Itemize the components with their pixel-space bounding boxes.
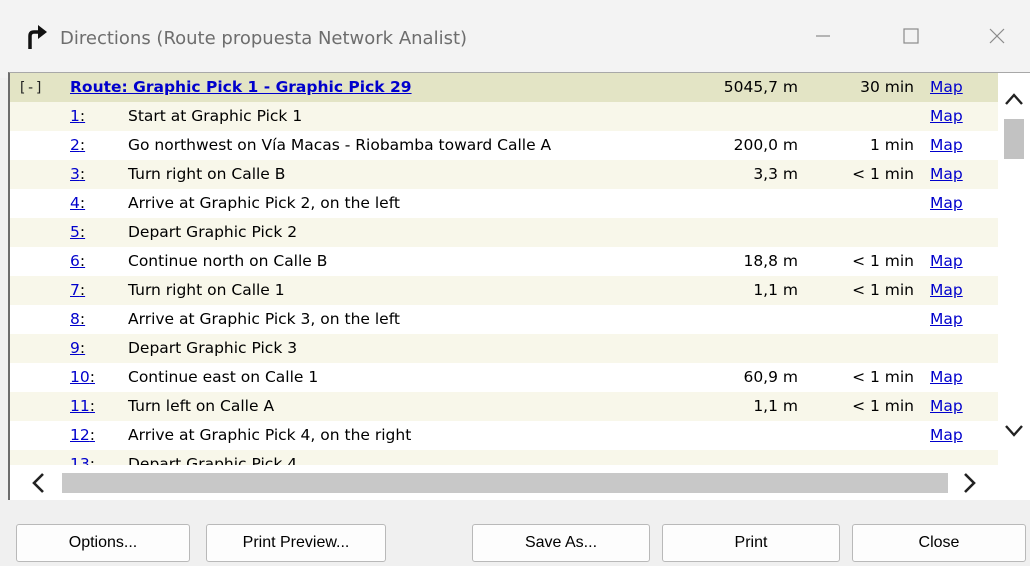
close-icon [988, 27, 1006, 49]
step-row: 7: Turn right on Calle 1 1,1 m < 1 min M… [10, 276, 1000, 305]
step-number-link[interactable]: 2: [70, 136, 85, 154]
step-number-link[interactable]: 11: [70, 397, 95, 415]
directions-window: Directions (Route propuesta Network Anal… [0, 0, 1030, 566]
print-button[interactable]: Print [662, 524, 840, 562]
scroll-up-icon[interactable] [1002, 87, 1026, 111]
step-row: 6: Continue north on Calle B 18,8 m < 1 … [10, 247, 1000, 276]
step-map-link[interactable]: Map [930, 310, 963, 328]
step-row: 5: Depart Graphic Pick 2 [10, 218, 1000, 247]
step-text: Arrive at Graphic Pick 2, on the left [128, 194, 400, 212]
step-text: Go northwest on Vía Macas - Riobamba tow… [128, 136, 552, 154]
step-text: Depart Graphic Pick 4 [128, 455, 298, 465]
step-map-link[interactable]: Map [930, 252, 963, 270]
turn-right-arrow-icon [26, 22, 48, 50]
step-text: Depart Graphic Pick 3 [128, 339, 298, 357]
step-row: 4: Arrive at Graphic Pick 2, on the left… [10, 189, 1000, 218]
step-map-link[interactable]: Map [930, 426, 963, 444]
step-map-link[interactable]: Map [930, 165, 963, 183]
step-row: 1: Start at Graphic Pick 1 Map [10, 102, 1000, 131]
close-window-button[interactable] [974, 18, 1020, 58]
step-map-link[interactable]: Map [930, 107, 963, 125]
step-distance: 3,3 m [753, 165, 798, 183]
step-text: Arrive at Graphic Pick 3, on the left [128, 310, 400, 328]
step-time: 1 min [869, 136, 914, 154]
step-text: Turn left on Calle A [128, 397, 275, 415]
horizontal-scroll-thumb[interactable] [62, 473, 948, 493]
route-time: 30 min [860, 78, 914, 96]
step-map-link[interactable]: Map [930, 368, 963, 386]
step-map-link[interactable]: Map [930, 136, 963, 154]
step-text: Continue north on Calle B [128, 252, 328, 270]
step-row: 3: Turn right on Calle B 3,3 m < 1 min M… [10, 160, 1000, 189]
route-row[interactable]: [-] Route: Graphic Pick 1 - Graphic Pick… [10, 73, 1000, 102]
step-time: < 1 min [852, 368, 914, 386]
minimize-icon [814, 27, 832, 49]
step-number-link[interactable]: 13: [70, 455, 95, 465]
step-number-link[interactable]: 3: [70, 165, 85, 183]
step-number-link[interactable]: 12: [70, 426, 95, 444]
title-bar[interactable]: Directions (Route propuesta Network Anal… [0, 0, 1030, 78]
scroll-right-icon[interactable] [956, 471, 984, 495]
route-distance: 5045,7 m [723, 78, 798, 96]
step-time: < 1 min [852, 281, 914, 299]
step-text: Depart Graphic Pick 2 [128, 223, 298, 241]
step-distance: 1,1 m [753, 397, 798, 415]
step-text: Turn right on Calle B [128, 165, 286, 183]
step-row: 2: Go northwest on Vía Macas - Riobamba … [10, 131, 1000, 160]
step-distance: 60,9 m [743, 368, 798, 386]
options-button[interactable]: Options... [16, 524, 190, 562]
step-number-link[interactable]: 9: [70, 339, 85, 357]
step-number-link[interactable]: 5: [70, 223, 85, 241]
step-map-link[interactable]: Map [930, 281, 963, 299]
step-number-link[interactable]: 7: [70, 281, 85, 299]
step-text: Start at Graphic Pick 1 [128, 107, 303, 125]
maximize-button[interactable] [888, 18, 934, 58]
step-distance: 1,1 m [753, 281, 798, 299]
scrollbar-corner [998, 465, 1030, 500]
step-distance: 18,8 m [743, 252, 798, 270]
route-map-link[interactable]: Map [930, 78, 963, 96]
step-number-link[interactable]: 4: [70, 194, 85, 212]
step-text: Continue east on Calle 1 [128, 368, 319, 386]
scroll-down-icon[interactable] [1002, 419, 1026, 443]
minimize-button[interactable] [800, 18, 846, 58]
step-number-link[interactable]: 1: [70, 107, 85, 125]
horizontal-scrollbar[interactable] [10, 465, 1000, 500]
window-title: Directions (Route propuesta Network Anal… [60, 28, 468, 49]
step-time: < 1 min [852, 397, 914, 415]
scroll-left-icon[interactable] [24, 471, 52, 495]
step-row: 9: Depart Graphic Pick 3 [10, 334, 1000, 363]
vertical-scroll-thumb[interactable] [1004, 119, 1024, 159]
close-button[interactable]: Close [852, 524, 1026, 562]
step-row: 10: Continue east on Calle 1 60,9 m < 1 … [10, 363, 1000, 392]
step-number-link[interactable]: 8: [70, 310, 85, 328]
directions-rows: [-] Route: Graphic Pick 1 - Graphic Pick… [10, 73, 1000, 465]
step-time: < 1 min [852, 252, 914, 270]
step-row: 12: Arrive at Graphic Pick 4, on the rig… [10, 421, 1000, 450]
step-map-link[interactable]: Map [930, 397, 963, 415]
step-text: Turn right on Calle 1 [128, 281, 285, 299]
step-row: 11: Turn left on Calle A 1,1 m < 1 min M… [10, 392, 1000, 421]
step-number-link[interactable]: 6: [70, 252, 85, 270]
step-time: < 1 min [852, 165, 914, 183]
directions-list[interactable]: [-] Route: Graphic Pick 1 - Graphic Pick… [8, 72, 1030, 500]
step-text: Arrive at Graphic Pick 4, on the right [128, 426, 412, 444]
maximize-icon [902, 27, 920, 49]
step-map-link[interactable]: Map [930, 194, 963, 212]
step-row: 8: Arrive at Graphic Pick 3, on the left… [10, 305, 1000, 334]
collapse-toggle[interactable]: [-] [18, 80, 43, 96]
step-row: 13: Depart Graphic Pick 4 [10, 450, 1000, 465]
route-link[interactable]: Route: Graphic Pick 1 - Graphic Pick 29 [70, 78, 412, 96]
step-number-link[interactable]: 10: [70, 368, 95, 386]
print-preview-button[interactable]: Print Preview... [206, 524, 386, 562]
step-distance: 200,0 m [733, 136, 798, 154]
vertical-scrollbar[interactable] [998, 73, 1030, 467]
save-as-button[interactable]: Save As... [472, 524, 650, 562]
